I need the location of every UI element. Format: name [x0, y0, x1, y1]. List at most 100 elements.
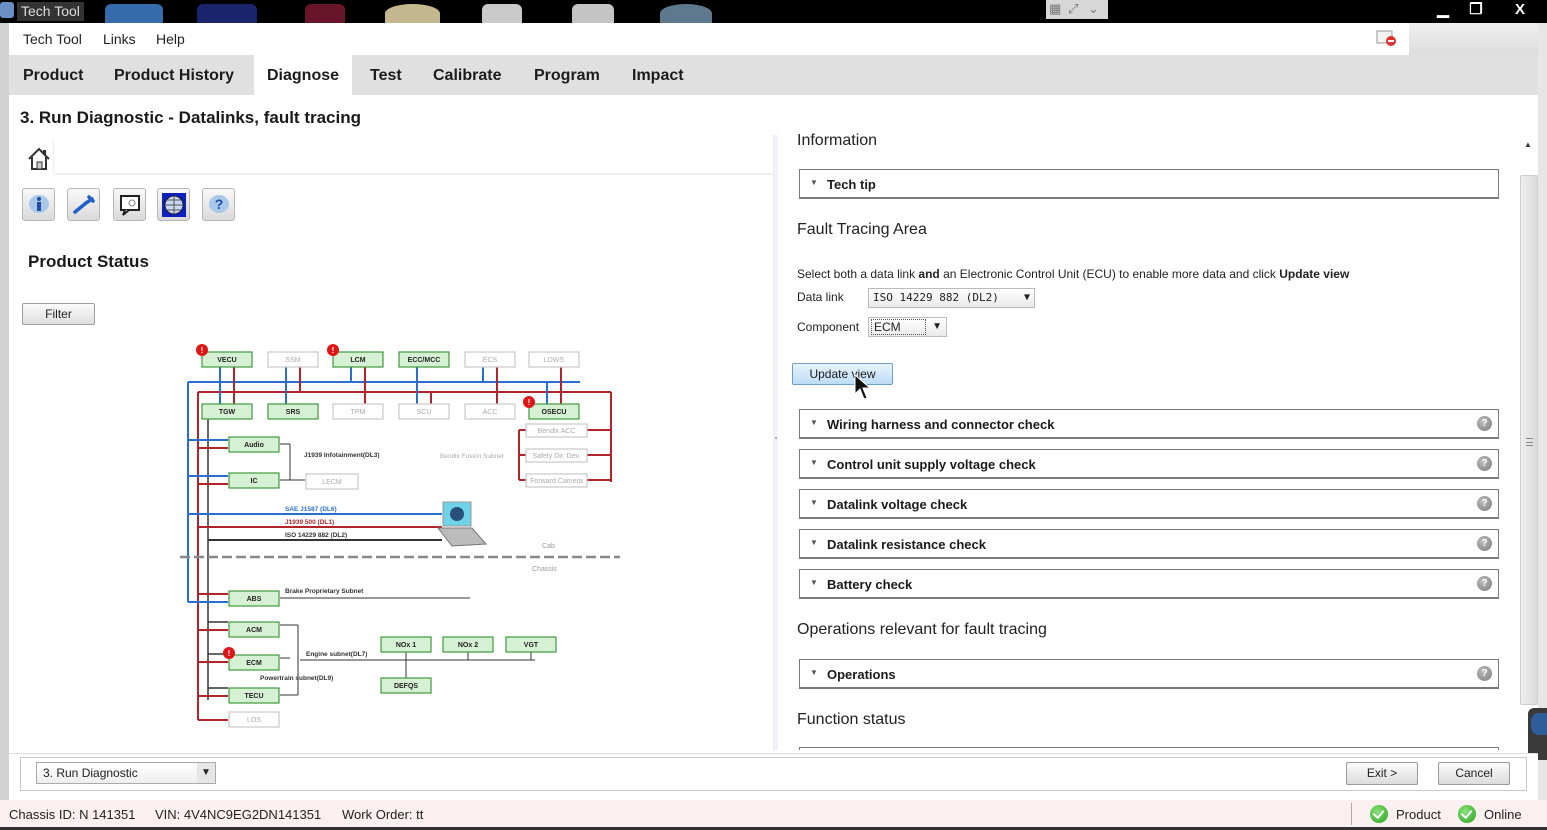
tab-product-history[interactable]: Product History: [101, 55, 247, 95]
menu-tech-tool[interactable]: Tech Tool: [23, 31, 82, 47]
wiring-harness-check-accordion[interactable]: ▼ Wiring harness and connector check ?: [799, 409, 1499, 439]
grid-icon[interactable]: ▦: [1049, 1, 1061, 17]
module-los-label: LOS: [247, 717, 261, 724]
bendix-module-label: Safety Dir. Dev.: [532, 453, 580, 460]
globe-button[interactable]: [157, 188, 190, 221]
cancel-button[interactable]: Cancel: [1438, 762, 1510, 785]
datalink-resistance-check-accordion[interactable]: ▼ Datalink resistance check ?: [799, 529, 1499, 559]
check-label: Wiring harness and connector check: [827, 417, 1055, 432]
bottom-bar-inner: [20, 757, 1527, 791]
tab-calibrate[interactable]: Calibrate: [420, 55, 514, 95]
check-label: Control unit supply voltage check: [827, 457, 1036, 472]
main-tabs: Product Product History Diagnose Test Ca…: [9, 55, 1538, 95]
fault-tracing-title: Fault Tracing Area: [797, 221, 927, 238]
function-status-title: Function status: [797, 711, 906, 728]
fault-indicator-mark: !: [528, 398, 531, 407]
tab-test[interactable]: Test: [357, 55, 415, 95]
module-tpm-label: TPM: [351, 409, 366, 416]
side-tab-icon: [1531, 713, 1547, 735]
caret-down-icon: ▼: [810, 178, 818, 187]
caret-down-icon: ▼: [810, 458, 818, 467]
datalink-topology-diagram: SAE J1587 (DL6) J1939 500 (DL1) ISO 14229 …: [180, 344, 620, 728]
check-label: Datalink voltage check: [827, 497, 968, 512]
exit-button[interactable]: Exit >: [1346, 762, 1418, 785]
data-link-select[interactable]: ISO 14229 882 (DL2) ▼: [868, 288, 1035, 308]
module-tgw-label: TGW: [219, 409, 236, 416]
comment-search-button[interactable]: [113, 188, 146, 221]
bendix-subnet-label: Bendix Fusion Subnet: [440, 453, 504, 460]
help-icon[interactable]: ?: [1477, 666, 1492, 681]
engine-subnet-label: Engine subnet(DL7): [306, 651, 367, 658]
caret-down-icon: ▼: [810, 668, 818, 677]
tab-program[interactable]: Program: [521, 55, 613, 95]
update-view-button[interactable]: Update view: [792, 363, 893, 385]
component-select[interactable]: ECM ▼: [868, 317, 947, 337]
fault-tracing-description: Select both a data link and an Electroni…: [797, 267, 1349, 281]
module-lecm-label: LECM: [322, 479, 342, 486]
module-scu-label: SCU: [417, 409, 432, 416]
supply-voltage-check-accordion[interactable]: ▼ Control unit supply voltage check ?: [799, 449, 1499, 479]
menu-bar-right-panel: [1409, 23, 1538, 55]
help-icon[interactable]: ?: [1477, 456, 1492, 471]
fullscreen-icon[interactable]: ⤢: [1068, 1, 1078, 17]
scrollbar-thumb[interactable]: [1520, 175, 1538, 705]
chevron-down-icon[interactable]: ⌄: [1088, 1, 1099, 17]
module-srs-label: SRS: [286, 409, 301, 416]
product-status-title: Product Status: [28, 252, 149, 271]
right-pane-scrollbar[interactable]: ▲: [1520, 135, 1538, 750]
component-value: ECM: [871, 319, 926, 335]
help-icon[interactable]: ?: [1477, 416, 1492, 431]
operations-accordion[interactable]: ▼ Operations ?: [799, 659, 1499, 689]
close-button[interactable]: X: [1503, 0, 1537, 20]
window-titlebar: Tech Tool ▦ ⤢ ⌄ ▁ ❐ X: [0, 0, 1547, 23]
module-lcm-label: LCM: [350, 357, 365, 364]
fault-indicator-mark: !: [201, 346, 204, 355]
desc-bold: Update view: [1279, 267, 1350, 281]
window-frame-right: [1538, 23, 1547, 800]
status-divider: [1351, 803, 1352, 825]
menu-help[interactable]: Help: [156, 31, 185, 47]
scroll-up-icon[interactable]: ▲: [1524, 140, 1532, 149]
maximize-button[interactable]: ❐: [1459, 0, 1493, 20]
vin: VIN: 4V4NC9EG2DN141351: [155, 807, 322, 822]
caret-down-icon: ▼: [810, 538, 818, 547]
taskbar-thumbnail: [385, 4, 440, 23]
module-ecs-label: ECS: [483, 357, 498, 364]
check-label: Datalink resistance check: [827, 537, 986, 552]
module-eccmcc-label: ECC/MCC: [408, 357, 441, 364]
help-icon[interactable]: ?: [1477, 536, 1492, 551]
menu-bar: Tech Tool Links Help: [9, 23, 1538, 55]
divider: [55, 173, 773, 175]
step-select[interactable]: 3. Run Diagnostic ▼: [36, 762, 216, 784]
sensor-nox1-label: NOx 1: [396, 642, 416, 649]
menu-links[interactable]: Links: [103, 31, 136, 47]
tech-tip-accordion[interactable]: ▼ Tech tip: [799, 169, 1499, 199]
information-title: Information: [797, 132, 878, 149]
module-acc-label: ACC: [483, 409, 498, 416]
sensor-vgt-label: VGT: [524, 642, 539, 649]
tab-diagnose[interactable]: Diagnose: [254, 55, 353, 95]
status-bar: Chassis ID: N 141351 VIN: 4V4NC9EG2DN141…: [0, 800, 1547, 827]
help-icon[interactable]: ?: [1477, 496, 1492, 511]
desc-bold: and: [918, 267, 940, 281]
info-button[interactable]: [22, 188, 55, 221]
home-tab[interactable]: [18, 140, 54, 175]
globe-icon: [162, 193, 186, 217]
tab-product[interactable]: Product: [10, 55, 96, 95]
minimize-button[interactable]: ▁: [1426, 0, 1460, 20]
module-vecu-label: VECU: [217, 357, 236, 364]
taskbar-thumbnail: [105, 4, 163, 23]
datalink-voltage-check-accordion[interactable]: ▼ Datalink voltage check ?: [799, 489, 1499, 519]
taskbar-thumbnail: [572, 4, 614, 23]
datalink-label: J1939 500 (DL1): [285, 519, 334, 526]
online-status-label: Online: [1484, 807, 1522, 822]
tab-impact[interactable]: Impact: [619, 55, 697, 95]
help-button[interactable]: ?: [202, 188, 235, 221]
bendix-module-label: Forward Camera: [530, 478, 583, 485]
battery-check-accordion[interactable]: ▼ Battery check ?: [799, 569, 1499, 599]
help-icon[interactable]: ?: [1477, 576, 1492, 591]
notification-alert-icon[interactable]: [1376, 29, 1398, 49]
remote-toolbar[interactable]: ▦ ⤢ ⌄: [1046, 0, 1108, 19]
filter-button[interactable]: Filter: [22, 303, 95, 325]
wrench-button[interactable]: [67, 188, 100, 221]
